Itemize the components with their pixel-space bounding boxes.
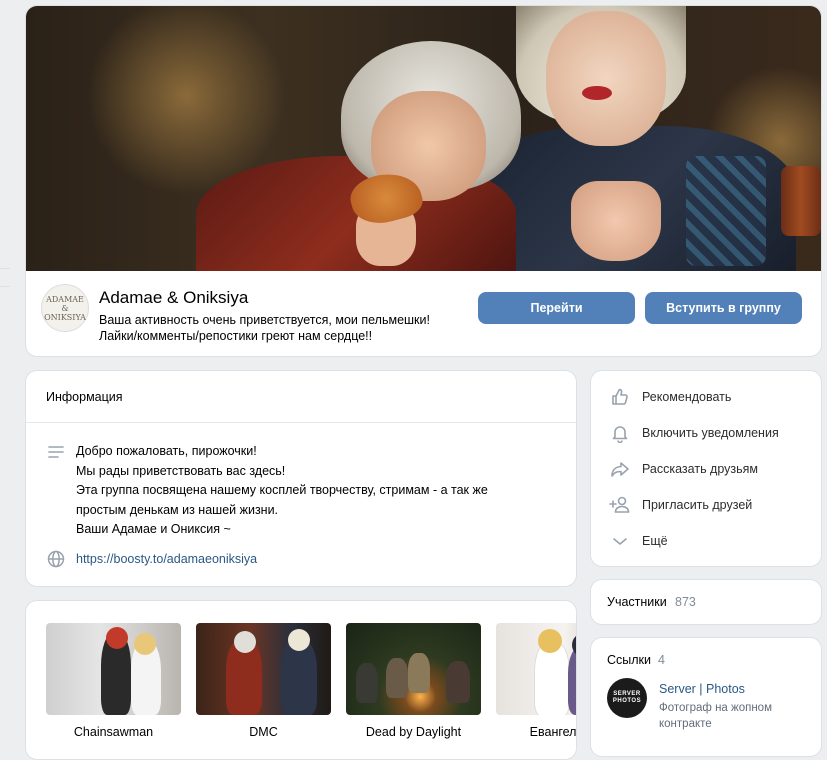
- chevron-down-icon: [609, 530, 631, 552]
- album-title: Евангелион: [529, 725, 577, 739]
- group-avatar[interactable]: ADAMAE & ONIKSIYA: [41, 284, 89, 332]
- cover-figure: [582, 86, 612, 100]
- cover-figure: [571, 181, 661, 261]
- action-label: Рассказать друзьям: [642, 462, 759, 476]
- more-action[interactable]: Ещё: [609, 529, 809, 553]
- action-label: Рекомендовать: [642, 390, 732, 404]
- share-icon: [609, 458, 631, 480]
- album-item[interactable]: Chainsawman: [46, 623, 181, 739]
- go-button[interactable]: Перейти: [478, 292, 635, 324]
- albums-card: Chainsawman DMC Dead by Daylight Евангел…: [25, 600, 577, 760]
- status-line: Ваша активность очень приветствуется, мо…: [99, 313, 430, 327]
- album-thumbnail: [346, 623, 481, 715]
- description-icon: [47, 443, 65, 466]
- album-thumbnail: [46, 623, 181, 715]
- avatar-text: ADAMAE: [46, 294, 84, 304]
- album-item[interactable]: DMC: [196, 623, 331, 739]
- album-item[interactable]: Евангелион: [496, 623, 577, 739]
- add-user-icon: [609, 494, 631, 516]
- cover-figure: [686, 156, 766, 266]
- members-label: Участники: [607, 595, 667, 609]
- link-title[interactable]: Server | Photos: [659, 682, 745, 696]
- action-label: Включить уведомления: [642, 426, 779, 440]
- share-action[interactable]: Рассказать друзьям: [609, 457, 809, 481]
- action-label: Ещё: [642, 534, 668, 548]
- actions-card: Рекомендовать Включить уведомления Расск…: [590, 370, 822, 567]
- links-count: 4: [658, 653, 665, 667]
- divider: [26, 422, 576, 423]
- links-label: Ссылки: [607, 653, 652, 667]
- recommend-action[interactable]: Рекомендовать: [609, 385, 809, 409]
- description-line: Добро пожаловать, пирожочки!: [76, 444, 257, 458]
- thumbs-up-icon: [609, 386, 631, 408]
- album-title: Dead by Daylight: [365, 725, 462, 739]
- notifications-action[interactable]: Включить уведомления: [609, 421, 809, 445]
- link-avatar[interactable]: SERVER PHOTOS: [607, 678, 647, 718]
- link-description: Фотограф на жопном контракте: [659, 702, 772, 730]
- album-thumbnail: [196, 623, 331, 715]
- avatar-text: &: [61, 303, 69, 313]
- group-status: Ваша активность очень приветствуется, мо…: [99, 312, 479, 344]
- album-item[interactable]: Dead by Daylight: [346, 623, 481, 739]
- join-group-button[interactable]: Вступить в группу: [645, 292, 802, 324]
- group-name: Adamae & Oniksiya: [99, 288, 249, 307]
- group-header-card: ADAMAE & ONIKSIYA Adamae & Oniksiya Ваша…: [25, 5, 822, 357]
- info-title: Информация: [46, 390, 123, 404]
- description-line: Мы рады приветствовать вас здесь!: [76, 463, 286, 478]
- bell-icon: [609, 422, 631, 444]
- cover-figure: [781, 166, 821, 236]
- description-line: Ваши Адамае и Ониксия ~: [76, 522, 231, 536]
- info-card: Информация Добро пожаловать, пирожочки! …: [25, 370, 577, 587]
- globe-icon: [47, 550, 65, 573]
- group-description: Добро пожаловать, пирожочки! Мы рады при…: [76, 442, 546, 540]
- members-card[interactable]: Участники 873: [590, 579, 822, 625]
- action-label: Пригласить друзей: [642, 498, 753, 512]
- album-thumbnail: [496, 623, 576, 715]
- description-line: простым денькам из нашей жизни.: [76, 502, 279, 517]
- avatar-text: ONIKSIYA: [44, 312, 86, 322]
- album-title: DMC: [249, 725, 278, 739]
- description-line: Эта группа посвящена нашему косплей твор…: [76, 483, 488, 497]
- invite-friends-action[interactable]: Пригласить друзей: [609, 493, 809, 517]
- page-edge-divider: [0, 286, 10, 287]
- members-count: 873: [675, 595, 696, 609]
- links-card: Ссылки 4 SERVER PHOTOS Server | Photos Ф…: [590, 637, 822, 757]
- page-edge-divider: [0, 268, 10, 269]
- album-title: Chainsawman: [73, 725, 154, 739]
- cover-figure: [546, 11, 666, 146]
- cover-image[interactable]: [26, 6, 821, 271]
- status-line: Лайки/комменты/репостики греют нам сердц…: [99, 329, 373, 343]
- avatar-text: PHOTOS: [612, 698, 642, 704]
- avatar-text: SERVER: [613, 691, 641, 697]
- website-link[interactable]: https://boosty.to/adamaeoniksiya: [76, 552, 257, 566]
